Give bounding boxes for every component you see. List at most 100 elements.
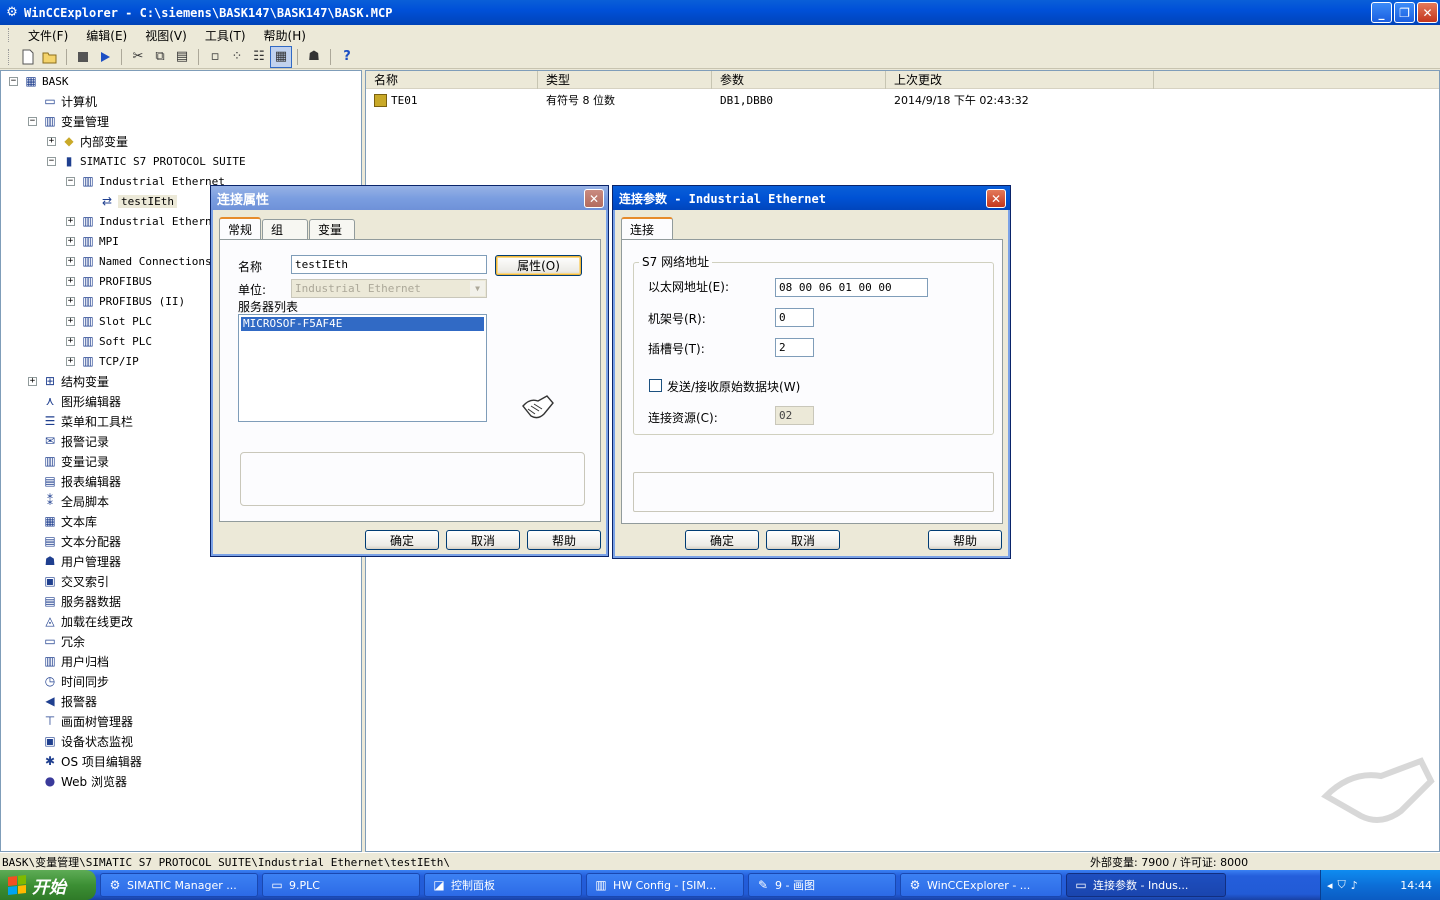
expand-icon[interactable]: + [66,296,75,306]
list-icon[interactable]: ☷ [248,46,270,68]
tree-item[interactable]: ▦ 文本库 [28,511,97,531]
ethernet-address-field[interactable]: 08 00 06 01 00 00 [775,278,928,297]
tree-item[interactable]: + ▥ Named Connections [66,251,212,271]
taskbar-button[interactable]: ▭ 9.PLC [262,873,420,897]
raw-data-checkbox[interactable] [649,379,662,392]
tree-item[interactable]: + ▥ MPI [66,231,119,251]
tree-item[interactable]: ☗ 用户管理器 [28,551,121,571]
tree-item[interactable]: + ▥ Industrial Etherne [66,211,218,231]
tree-item[interactable]: ▤ 文本分配器 [28,531,121,551]
column-name[interactable]: 名称 [366,71,538,89]
tree-item[interactable]: ▤ 报表编辑器 [28,471,121,491]
expand-icon[interactable]: + [66,236,75,246]
tree-item[interactable]: ⊤ 画面树管理器 [28,711,133,731]
taskbar-button[interactable]: ◪ 控制面板 [424,873,582,897]
tree-item[interactable]: ▥ 变量记录 [28,451,109,471]
tree-item[interactable]: + ▥ Slot PLC [66,311,152,331]
menu-file[interactable]: 文件(F) [19,27,77,44]
collapse-icon[interactable]: − [47,156,56,166]
tree-item[interactable]: ▭ 冗余 [28,631,85,651]
unit-select[interactable]: Industrial Ethernet ▼ [291,279,487,298]
taskbar-button[interactable]: ⚙ SIMATIC Manager ... [100,873,258,897]
expand-icon[interactable]: + [66,316,75,326]
tree-item[interactable]: ◀ 报警器 [28,691,97,711]
menu-view[interactable]: 视图(V) [136,27,196,44]
collapse-icon[interactable]: − [9,76,18,86]
expand-icon[interactable]: + [66,276,75,286]
paste-icon[interactable]: ▤ [171,46,193,68]
tree-item[interactable]: ▥ 用户归档 [28,651,109,671]
taskbar-button[interactable]: ▭ 连接参数 - Indus... [1066,873,1226,897]
menu-tools[interactable]: 工具(T) [196,27,255,44]
slot-field[interactable]: 2 [775,338,814,357]
new-icon[interactable] [17,46,39,68]
menu-help[interactable]: 帮助(H) [255,27,315,44]
help-button[interactable]: 帮助 [928,530,1002,550]
cancel-button[interactable]: 取消 [766,530,840,550]
tab-connection[interactable]: 连接 [621,217,673,239]
tree-item[interactable]: + ▥ PROFIBUS (II) [66,291,185,311]
menu-edit[interactable]: 编辑(E) [77,27,136,44]
taskbar-button[interactable]: ▥ HW Config - [SIM... [586,873,744,897]
expand-icon[interactable]: + [66,256,75,266]
tree-item[interactable]: ⁑ 全局脚本 [28,491,109,511]
tree-item[interactable]: + ▥ PROFIBUS [66,271,152,291]
expand-icon[interactable]: + [66,216,75,226]
run-icon[interactable] [94,46,116,68]
tree-item[interactable]: − ▥ Industrial Ethernet [66,171,225,191]
expand-icon[interactable]: + [66,336,75,346]
tree-item[interactable]: − ▮ SIMATIC S7 PROTOCOL SUITE [47,151,246,171]
table-row[interactable]: TE01 有符号 8 位数 DB1,DBB0 2014/9/18 下午 02:4… [366,91,1154,109]
stop-icon[interactable] [72,46,94,68]
large-icons-icon[interactable]: ▫ [204,46,226,68]
cancel-button[interactable]: 取消 [446,530,520,550]
tree-item[interactable]: ◷ 时间同步 [28,671,109,691]
volume-icon[interactable]: ♪ [1351,879,1358,892]
copy-icon[interactable]: ⧉ [149,46,171,68]
connection-resource-field[interactable]: 02 [775,406,814,425]
tree-item[interactable]: ▣ 设备状态监视 [28,731,133,751]
tree-item[interactable]: + ⊞ 结构变量 [28,371,109,391]
ok-button[interactable]: 确定 [685,530,759,550]
tree-item[interactable]: + ▥ TCP/IP [66,351,139,371]
tree-item[interactable]: ⋏ 图形编辑器 [28,391,121,411]
details-icon[interactable]: ▦ [270,45,292,68]
tree-item[interactable]: ◬ 加载在线更改 [28,611,133,631]
properties-icon[interactable]: ☗ [303,46,325,68]
expand-icon[interactable]: + [28,376,37,386]
tree-item[interactable]: − ▥ 变量管理 [28,111,109,131]
clock[interactable]: 14:44 [1400,879,1432,892]
taskbar-button[interactable]: ⚙ WinCCExplorer - ... [900,873,1062,897]
minimize-button[interactable]: _ [1371,2,1392,23]
server-list-item[interactable]: MICROSOF-F5AF4E [241,317,484,331]
taskbar-button[interactable]: ✎ 9 - 画图 [748,873,896,897]
tree-item[interactable]: ☰ 菜单和工具栏 [28,411,133,431]
tree-item[interactable]: ✉ 报警记录 [28,431,109,451]
dialog-close-button[interactable]: ✕ [584,189,604,208]
collapse-icon[interactable]: − [28,116,37,126]
tree-item[interactable]: ● Web 浏览器 [28,771,127,791]
help-button[interactable]: 帮助 [527,530,601,550]
start-button[interactable]: 开始 [0,870,96,900]
help-icon[interactable]: ? [336,46,358,68]
tree-item[interactable]: + ▥ Soft PLC [66,331,152,351]
tree-item[interactable]: ▤ 服务器数据 [28,591,121,611]
rack-field[interactable]: 0 [775,308,814,327]
tree-item[interactable]: ▣ 交叉索引 [28,571,109,591]
tree-item[interactable]: + ◆ 内部变量 [47,131,128,151]
tab-group[interactable]: 组 [262,219,309,239]
tree-item[interactable]: ✱ OS 项目编辑器 [28,751,142,771]
network-icon[interactable]: ◂ [1327,879,1333,892]
close-button[interactable]: ✕ [1417,2,1438,23]
column-type[interactable]: 类型 [538,71,712,89]
column-parameter[interactable]: 参数 [712,71,886,89]
open-icon[interactable] [39,46,61,68]
tab-tags[interactable]: 变量 [309,219,356,239]
tree-item[interactable]: ⇄ testIEth [85,191,177,211]
server-listbox[interactable]: MICROSOF-F5AF4E [238,314,487,422]
ok-button[interactable]: 确定 [365,530,439,550]
small-icons-icon[interactable]: ⁘ [226,46,248,68]
expand-icon[interactable]: + [66,356,75,366]
collapse-icon[interactable]: − [66,176,75,186]
expand-icon[interactable]: + [47,136,56,146]
